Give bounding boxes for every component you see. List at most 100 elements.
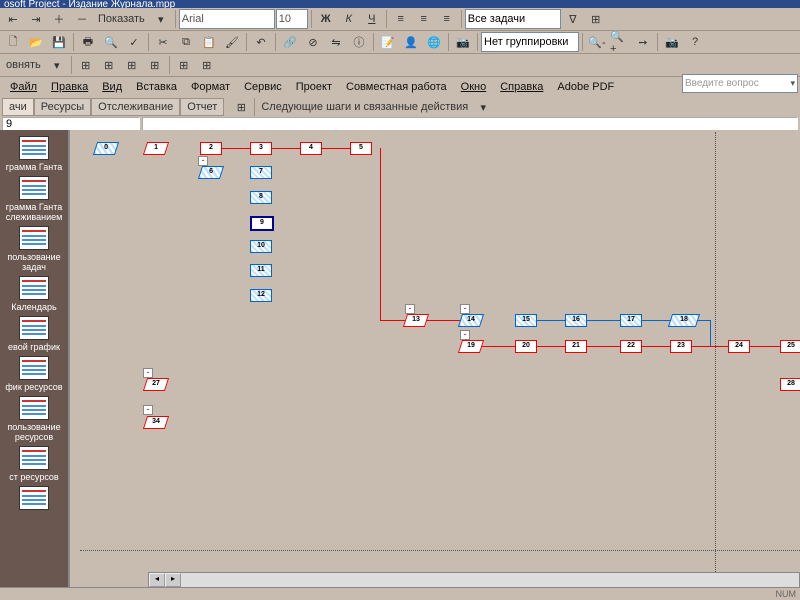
group-combo[interactable] xyxy=(481,32,579,52)
task-node[interactable]: 10 xyxy=(250,240,272,253)
level-label[interactable]: овнять xyxy=(2,59,45,71)
task-node[interactable]: 25 xyxy=(780,340,800,353)
task-node[interactable]: 23 xyxy=(670,340,692,353)
preview-icon[interactable]: 🔍 xyxy=(100,31,122,53)
task-node[interactable]: 16 xyxy=(565,314,587,327)
menu-file[interactable]: Файл xyxy=(4,79,43,95)
lvl-icon3[interactable]: ⊞ xyxy=(121,54,143,76)
sidebar-item[interactable]: ст ресурсов xyxy=(2,446,66,482)
sidebar-item[interactable]: пользование ресурсов xyxy=(2,396,66,442)
tab-tasks[interactable]: ачи xyxy=(2,98,34,116)
undo-icon[interactable]: ↶ xyxy=(250,31,272,53)
bold-icon[interactable]: Ж xyxy=(315,8,337,30)
task-node[interactable]: 3 xyxy=(250,142,272,155)
task-node[interactable]: 27 xyxy=(143,378,169,391)
copy-icon[interactable]: ⧉ xyxy=(175,31,197,53)
collapse-icon[interactable]: - xyxy=(460,330,470,340)
italic-icon[interactable]: К xyxy=(338,8,360,30)
question-input[interactable]: Введите вопрос xyxy=(682,74,798,93)
task-node[interactable]: 11 xyxy=(250,264,272,277)
plus-icon[interactable]: ＋ xyxy=(48,8,70,30)
sidebar-item[interactable]: грамма Ганта xyxy=(2,136,66,172)
menu-project[interactable]: Проект xyxy=(290,79,338,95)
minus-icon[interactable]: － xyxy=(71,8,93,30)
task-node[interactable]: 18 xyxy=(668,314,700,327)
task-node[interactable]: 22 xyxy=(620,340,642,353)
camera-icon[interactable]: 📷 xyxy=(661,31,683,53)
task-node[interactable]: 28 xyxy=(780,378,800,391)
lvl-icon6[interactable]: ⊞ xyxy=(196,54,218,76)
assign-icon[interactable]: 👤 xyxy=(400,31,422,53)
dropdown-icon[interactable]: ▾ xyxy=(150,8,172,30)
task-node[interactable]: 14 xyxy=(458,314,484,327)
task-node[interactable]: 2 xyxy=(200,142,222,155)
filter-combo[interactable] xyxy=(465,9,561,29)
sidebar-item[interactable]: евой график xyxy=(2,316,66,352)
task-node[interactable]: 17 xyxy=(620,314,642,327)
task-node[interactable]: 5 xyxy=(350,142,372,155)
menu-format[interactable]: Формат xyxy=(185,79,236,95)
link-icon[interactable]: 🔗 xyxy=(279,31,301,53)
sidebar-item[interactable]: пользование задач xyxy=(2,226,66,272)
task-node[interactable]: 20 xyxy=(515,340,537,353)
collapse-icon[interactable]: - xyxy=(198,156,208,166)
grid-icon[interactable]: ⊞ xyxy=(585,8,607,30)
note-icon[interactable]: 📝 xyxy=(377,31,399,53)
publish-icon[interactable]: 🌐 xyxy=(423,31,445,53)
menu-insert[interactable]: Вставка xyxy=(130,79,183,95)
split-icon[interactable]: ⇋ xyxy=(325,31,347,53)
collapse-icon[interactable]: - xyxy=(460,304,470,314)
task-node[interactable]: 1 xyxy=(143,142,169,155)
dd-icon[interactable]: ▾ xyxy=(46,54,68,76)
task-node[interactable]: 4 xyxy=(300,142,322,155)
task-node[interactable]: 19 xyxy=(458,340,484,353)
sidebar-item[interactable] xyxy=(2,486,66,512)
network-diagram-canvas[interactable]: ------0123456789101112131415161718192021… xyxy=(80,132,800,572)
menu-window[interactable]: Окно xyxy=(455,79,493,95)
zoom-in-icon[interactable]: 🔍+ xyxy=(609,31,631,53)
help-icon[interactable]: ? xyxy=(684,31,706,53)
font-combo[interactable] xyxy=(179,9,275,29)
menu-pdf[interactable]: Adobe PDF xyxy=(551,79,620,95)
task-node[interactable]: 0 xyxy=(93,142,119,155)
menu-tools[interactable]: Сервис xyxy=(238,79,288,95)
grid-toggle-icon[interactable]: ⊞ xyxy=(230,96,252,118)
info-icon[interactable]: ⓘ xyxy=(348,31,370,53)
copy-pic-icon[interactable]: 📷 xyxy=(452,31,474,53)
tab-report[interactable]: Отчет xyxy=(180,98,224,116)
lvl-icon5[interactable]: ⊞ xyxy=(173,54,195,76)
outdent-icon[interactable]: ⇤ xyxy=(2,8,24,30)
sidebar-item[interactable]: Календарь xyxy=(2,276,66,312)
collapse-icon[interactable]: - xyxy=(405,304,415,314)
scroll-left-icon[interactable]: ◂ xyxy=(149,573,165,587)
sidebar-item[interactable]: грамма Ганта слеживанием xyxy=(2,176,66,222)
save-icon[interactable]: 💾 xyxy=(48,31,70,53)
menu-help[interactable]: Справка xyxy=(494,79,549,95)
lvl-icon4[interactable]: ⊞ xyxy=(144,54,166,76)
format-painter-icon[interactable]: 🖌 xyxy=(221,31,243,53)
task-node[interactable]: 34 xyxy=(143,416,169,429)
lvl-icon[interactable]: ⊞ xyxy=(75,54,97,76)
menu-edit[interactable]: Правка xyxy=(45,79,94,95)
autofilter-icon[interactable]: ∇ xyxy=(562,8,584,30)
horizontal-scrollbar[interactable]: ◂ ▸ xyxy=(148,572,800,588)
lvl-icon2[interactable]: ⊞ xyxy=(98,54,120,76)
task-node[interactable]: 13 xyxy=(403,314,429,327)
tab-resources[interactable]: Ресурсы xyxy=(34,98,91,116)
task-node[interactable]: 8 xyxy=(250,191,272,204)
cut-icon[interactable]: ✂ xyxy=(152,31,174,53)
print-icon[interactable]: 🖶 xyxy=(77,31,99,53)
indent-icon[interactable]: ⇥ xyxy=(25,8,47,30)
task-node[interactable]: 24 xyxy=(728,340,750,353)
scroll-right-icon[interactable]: ▸ xyxy=(165,573,181,587)
align-left-icon[interactable]: ≡ xyxy=(390,8,412,30)
task-node[interactable]: 6 xyxy=(198,166,224,179)
next-steps-label[interactable]: Следующие шаги и связанные действия xyxy=(257,101,472,113)
task-node[interactable]: 21 xyxy=(565,340,587,353)
task-node[interactable]: 7 xyxy=(250,166,272,179)
zoom-out-icon[interactable]: 🔍- xyxy=(586,31,608,53)
dd-icon[interactable]: ▾ xyxy=(472,96,494,118)
fontsize-combo[interactable] xyxy=(276,9,308,29)
paste-icon[interactable]: 📋 xyxy=(198,31,220,53)
tab-tracking[interactable]: Отслеживание xyxy=(91,98,180,116)
